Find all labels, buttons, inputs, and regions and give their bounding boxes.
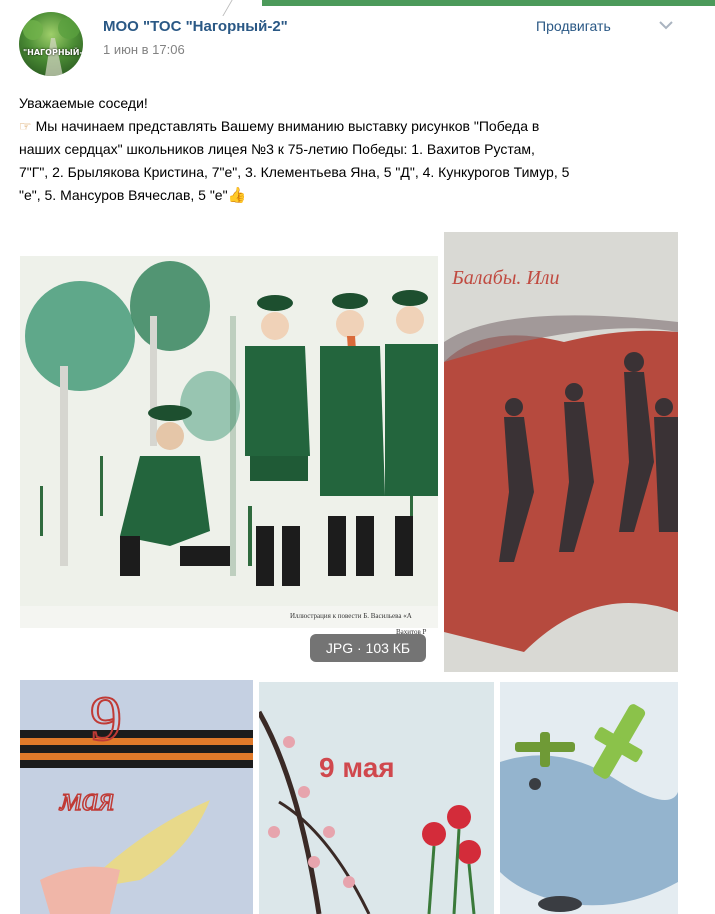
drawing-4-heading: 9 мая	[319, 752, 395, 783]
chevron-down-icon[interactable]	[657, 18, 675, 32]
drawing-2-heading: Балабы. Или	[451, 267, 560, 289]
promote-button[interactable]: Продвигать	[536, 18, 611, 34]
attachment-drawing-silhouettes[interactable]: Балабы. Или	[444, 232, 678, 672]
drawing-3-heading: мая	[59, 781, 115, 818]
drawing-planes-illustration	[500, 682, 678, 914]
post-text-line-5-text: "е", 5. Мансуров Вячеслав, 5 "е"	[19, 187, 228, 203]
attachment-drawing-planes[interactable]	[500, 682, 678, 914]
drawing-9-may-branch-illustration: 9 мая	[259, 682, 494, 914]
post-text-line-2: ☞ Мы начинаем представлять Вашему внимани…	[19, 115, 684, 138]
group-name-link[interactable]: МОО "ТОС "Нагорный-2"	[103, 18, 288, 35]
attachment-drawing-9-may-branch[interactable]: 9 мая	[259, 682, 494, 914]
drawing-soldiers-illustration	[20, 256, 438, 606]
post-text-line-3: наших сердцах" школьников лицея №3 к 75-…	[19, 141, 535, 157]
file-size-badge: JPG · 103 КБ	[310, 634, 426, 662]
post-text-line-5: "е", 5. Мансуров Вячеслав, 5 "е"👍	[19, 184, 684, 207]
drawing-caption-1: Иллюстрация к повести Б. Васильева «А	[290, 612, 412, 620]
drawing-3-digit: 9	[90, 683, 122, 754]
thumbs-up-icon: 👍	[227, 187, 247, 204]
top-decor-bar	[262, 0, 715, 6]
post-text-line-4: 7"Г", 2. Брылякова Кристина, 7"е", 3. Кл…	[19, 164, 570, 180]
attachment-drawing-soldiers[interactable]: Иллюстрация к повести Б. Васильева «А	[20, 256, 438, 628]
drawing-9-may-ribbon-illustration: 9 мая	[20, 680, 253, 914]
post-text-line-1: Уважаемые соседи!	[19, 95, 148, 111]
post-text: Уважаемые соседи! ☞ Мы начинаем представл…	[19, 92, 684, 207]
pointing-hand-icon: ☞	[19, 118, 32, 134]
avatar-label: "НАГОРНЫЙ-2"	[23, 48, 83, 57]
avatar-road-graphic	[23, 17, 80, 76]
drawing-silhouettes-illustration: Балабы. Или	[444, 232, 678, 672]
post-header: "НАГОРНЫЙ-2" МОО "ТОС "Нагорный-2" 1 июн…	[19, 12, 684, 76]
avatar[interactable]: "НАГОРНЫЙ-2"	[19, 12, 83, 76]
post-text-line-2-text: Мы начинаем представлять Вашему вниманию…	[35, 118, 540, 134]
post-date[interactable]: 1 июн в 17:06	[103, 42, 185, 57]
attachment-drawing-9-may-ribbon[interactable]: 9 мая	[20, 680, 253, 914]
